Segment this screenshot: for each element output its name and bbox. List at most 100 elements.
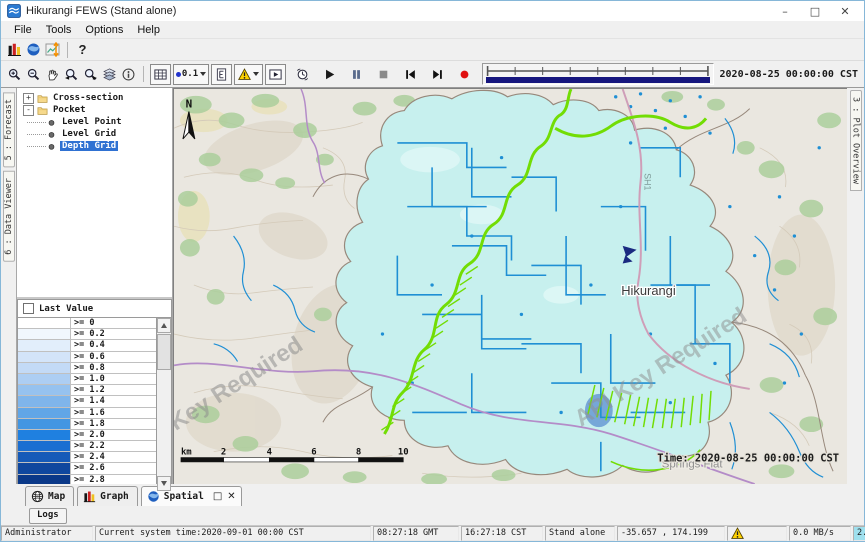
- tree-row-level-point[interactable]: Level Point: [17, 116, 172, 128]
- tab-map[interactable]: Map: [25, 486, 74, 506]
- tree-row-level-grid[interactable]: Level Grid: [17, 128, 172, 140]
- legend-table: >= 0>= 0.2>= 0.4>= 0.6>= 0.8>= 1.0>= 1.2…: [18, 318, 157, 491]
- menu-tools[interactable]: Tools: [39, 23, 79, 37]
- tab-data-viewer[interactable]: 6 : Data Viewer: [3, 171, 15, 262]
- tab-close-button[interactable]: ✕: [227, 491, 235, 502]
- help-button[interactable]: ?: [73, 40, 92, 59]
- legend-row[interactable]: >= 0: [18, 318, 156, 329]
- tree-label[interactable]: Pocket: [51, 105, 88, 115]
- zoom-previous-button[interactable]: [62, 65, 81, 84]
- minimize-button[interactable]: –: [770, 2, 800, 20]
- animation-settings-button[interactable]: [293, 65, 312, 84]
- map-canvas: API Key Required API Key Required Hikura…: [174, 89, 847, 484]
- tree-label-selected[interactable]: Depth Grid: [60, 141, 118, 151]
- legend-label: >= 0.6: [71, 352, 156, 362]
- tab-maximize-button[interactable]: □: [213, 491, 222, 502]
- legend-row[interactable]: >= 0.6: [18, 352, 156, 363]
- expand-icon[interactable]: +: [23, 93, 34, 104]
- display-tabs: Map Graph Spatial □ ✕: [1, 484, 864, 506]
- legend-row[interactable]: >= 1.0: [18, 374, 156, 385]
- zoom-out-button[interactable]: [24, 65, 43, 84]
- tree-row-depth-grid[interactable]: Depth Grid: [17, 140, 172, 152]
- pan-button[interactable]: [43, 65, 62, 84]
- tab-spatial[interactable]: Spatial □ ✕: [141, 486, 242, 506]
- legend-row[interactable]: >= 0.2: [18, 329, 156, 340]
- legend-row[interactable]: >= 1.4: [18, 396, 156, 407]
- tree-label[interactable]: Level Grid: [60, 129, 118, 139]
- zoom-next-button[interactable]: [81, 65, 100, 84]
- legend-row[interactable]: >= 0.4: [18, 340, 156, 351]
- scroll-up-button[interactable]: [157, 318, 171, 333]
- legend-color-swatch: [18, 363, 71, 373]
- timeseries-display-button[interactable]: [43, 40, 62, 59]
- app-logo-icon: [7, 4, 21, 18]
- status-system-time: Current system time:2020-09-01 00:00 CST: [95, 526, 371, 541]
- logs-row: Logs: [1, 506, 864, 525]
- map-viewport[interactable]: API Key Required API Key Required Hikura…: [173, 88, 847, 484]
- legend-color-swatch: [18, 430, 71, 440]
- scale-tick: 4: [267, 448, 272, 458]
- animation-panel-button[interactable]: [265, 64, 286, 85]
- bullet-icon: [46, 141, 57, 152]
- pause-button[interactable]: [347, 65, 366, 84]
- legend-row[interactable]: >= 2.4: [18, 452, 156, 463]
- road-label: SH1: [642, 173, 652, 190]
- main-area: 5 : Forecast 6 : Data Viewer + Cross-sec…: [1, 88, 864, 484]
- zoom-in-button[interactable]: [5, 65, 24, 84]
- spatial-display-button[interactable]: [24, 40, 43, 59]
- legend-row[interactable]: >= 1.2: [18, 385, 156, 396]
- legend-row[interactable]: >= 2.6: [18, 463, 156, 474]
- status-memory: 2.5 GB: [857, 528, 865, 538]
- tab-forecast[interactable]: 5 : Forecast: [3, 92, 15, 167]
- menu-help[interactable]: Help: [130, 23, 167, 37]
- legend-color-swatch: [18, 419, 71, 429]
- collapse-icon[interactable]: -: [23, 105, 34, 116]
- play-button[interactable]: [320, 65, 339, 84]
- bullet-icon: [46, 117, 57, 128]
- scrollbar-thumb[interactable]: [157, 334, 171, 370]
- pause-icon: [350, 68, 363, 81]
- tree-row-pocket[interactable]: - Pocket: [17, 104, 172, 116]
- menu-file[interactable]: File: [7, 23, 39, 37]
- tree-label[interactable]: Cross-section: [51, 93, 125, 103]
- tree-label[interactable]: Level Point: [60, 117, 124, 127]
- tab-plot-overview[interactable]: 3 : Plot Overview: [850, 90, 862, 191]
- legend-row[interactable]: >= 2.2: [18, 441, 156, 452]
- record-button[interactable]: [455, 65, 474, 84]
- stop-button[interactable]: [374, 65, 393, 84]
- threshold-dropdown[interactable]: 0.1: [173, 64, 209, 85]
- logs-button[interactable]: Logs: [29, 508, 67, 524]
- grid-toggle-button[interactable]: [150, 64, 171, 85]
- tab-graph[interactable]: Graph: [77, 486, 138, 506]
- scroll-down-button[interactable]: [157, 476, 171, 491]
- legend-scrollbar[interactable]: [157, 318, 171, 491]
- tree-row-cross-section[interactable]: + Cross-section: [17, 92, 172, 104]
- maximize-button[interactable]: □: [800, 2, 830, 20]
- layers-button[interactable]: [100, 65, 119, 84]
- warnings-dropdown[interactable]: [234, 64, 263, 85]
- last-value-row: Last Value: [18, 300, 171, 317]
- legend-color-swatch: [18, 441, 71, 451]
- last-timestep-button[interactable]: [428, 65, 447, 84]
- window-title: Hikurangi FEWS (Stand alone): [26, 5, 176, 17]
- legend-row[interactable]: >= 2.0: [18, 430, 156, 441]
- legend-row[interactable]: >= 1.6: [18, 408, 156, 419]
- time-slider-range-bar: [486, 77, 710, 83]
- legend-row[interactable]: >= 0.8: [18, 363, 156, 374]
- legend-color-swatch: [18, 352, 71, 362]
- last-value-checkbox[interactable]: [23, 303, 34, 314]
- status-warning-cell[interactable]: [727, 526, 787, 541]
- time-slider[interactable]: [482, 63, 714, 85]
- info-button[interactable]: [119, 65, 138, 84]
- first-timestep-button[interactable]: [401, 65, 420, 84]
- close-button[interactable]: ✕: [830, 2, 860, 20]
- right-tab-strip: 3 : Plot Overview: [847, 88, 864, 484]
- legend-label: >= 0.2: [71, 329, 156, 339]
- title-bar: Hikurangi FEWS (Stand alone) – □ ✕: [1, 1, 864, 21]
- labels-toggle-button[interactable]: [211, 64, 232, 85]
- legend-row[interactable]: >= 1.8: [18, 419, 156, 430]
- menu-options[interactable]: Options: [78, 23, 130, 37]
- data-explorer-button[interactable]: [5, 40, 24, 59]
- tree-connector: [27, 134, 46, 135]
- arrow-down-icon: [161, 481, 167, 486]
